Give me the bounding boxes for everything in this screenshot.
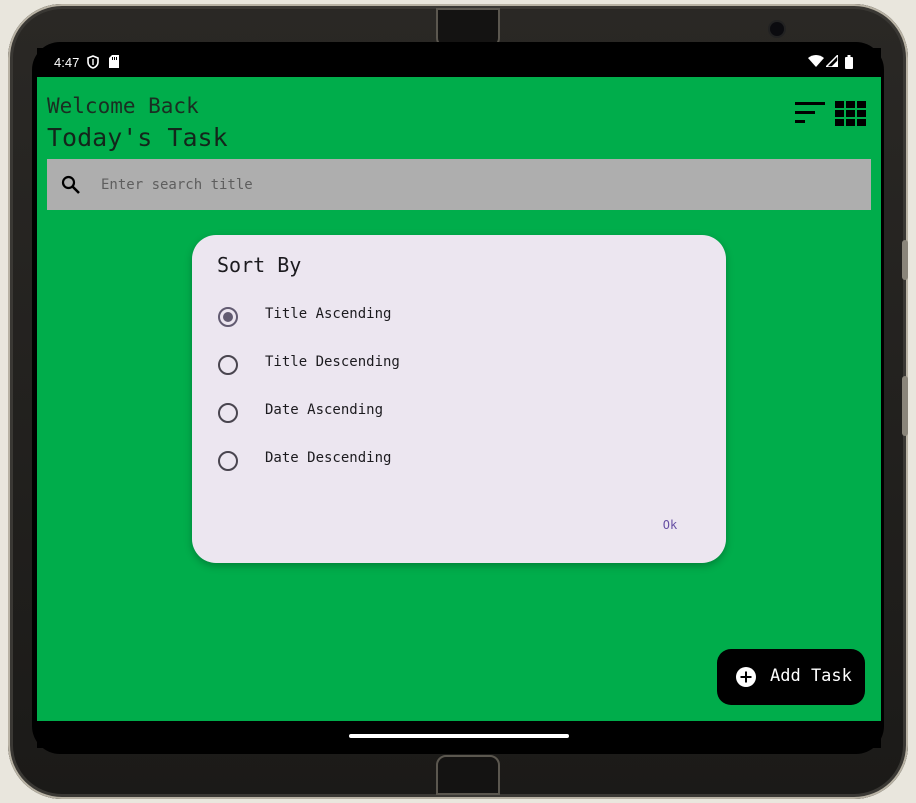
option-label: Date Descending: [265, 450, 392, 466]
sort-icon: [795, 102, 825, 123]
radio-selected[interactable]: [218, 307, 238, 327]
search-input[interactable]: [99, 173, 803, 197]
dialog-title: Sort By: [217, 253, 302, 277]
sort-option-date-descending[interactable]: Date Descending: [216, 441, 696, 481]
welcome-text: Welcome Back: [47, 94, 199, 118]
navigation-bar: [37, 721, 881, 748]
search-icon: [61, 175, 81, 199]
app-content: Welcome Back Today's Task Sort By: [37, 77, 881, 721]
status-time: 4:47: [54, 55, 80, 70]
radio-unselected[interactable]: [218, 403, 238, 423]
page-title: Today's Task: [47, 123, 228, 152]
status-bar: 4:47: [37, 48, 881, 77]
radio-unselected[interactable]: [218, 355, 238, 375]
sort-button[interactable]: [795, 102, 827, 126]
option-label: Title Descending: [265, 354, 400, 370]
option-label: Title Ascending: [265, 306, 392, 322]
hinge-bottom: [436, 755, 500, 795]
ok-button[interactable]: Ok: [650, 513, 690, 537]
signal-icon: [824, 53, 839, 70]
add-circle-icon: [735, 666, 757, 692]
gesture-handle[interactable]: [349, 734, 569, 738]
shield-icon: [87, 55, 99, 72]
screen: 4:47 Welcome Back Today's Task Enter sea…: [37, 48, 881, 748]
wifi-icon: [808, 55, 824, 71]
radio-unselected[interactable]: [218, 451, 238, 471]
sd-card-icon: [109, 55, 119, 71]
grid-view-button[interactable]: [835, 101, 867, 127]
battery-icon: [845, 55, 853, 72]
camera: [770, 22, 784, 36]
add-task-button[interactable]: Add Task: [717, 649, 865, 705]
option-label: Date Ascending: [265, 402, 384, 418]
sort-option-title-ascending[interactable]: Title Ascending: [216, 297, 696, 337]
sort-option-title-descending[interactable]: Title Descending: [216, 345, 696, 385]
sort-dialog: Sort By Title Ascending Title Descending…: [192, 235, 726, 563]
search-bar: [47, 159, 871, 210]
grid-view-icon: [835, 101, 866, 126]
volume-button: [902, 240, 908, 280]
add-task-label: Add Task: [770, 666, 852, 686]
power-button: [902, 376, 908, 436]
sort-option-date-ascending[interactable]: Date Ascending: [216, 393, 696, 433]
